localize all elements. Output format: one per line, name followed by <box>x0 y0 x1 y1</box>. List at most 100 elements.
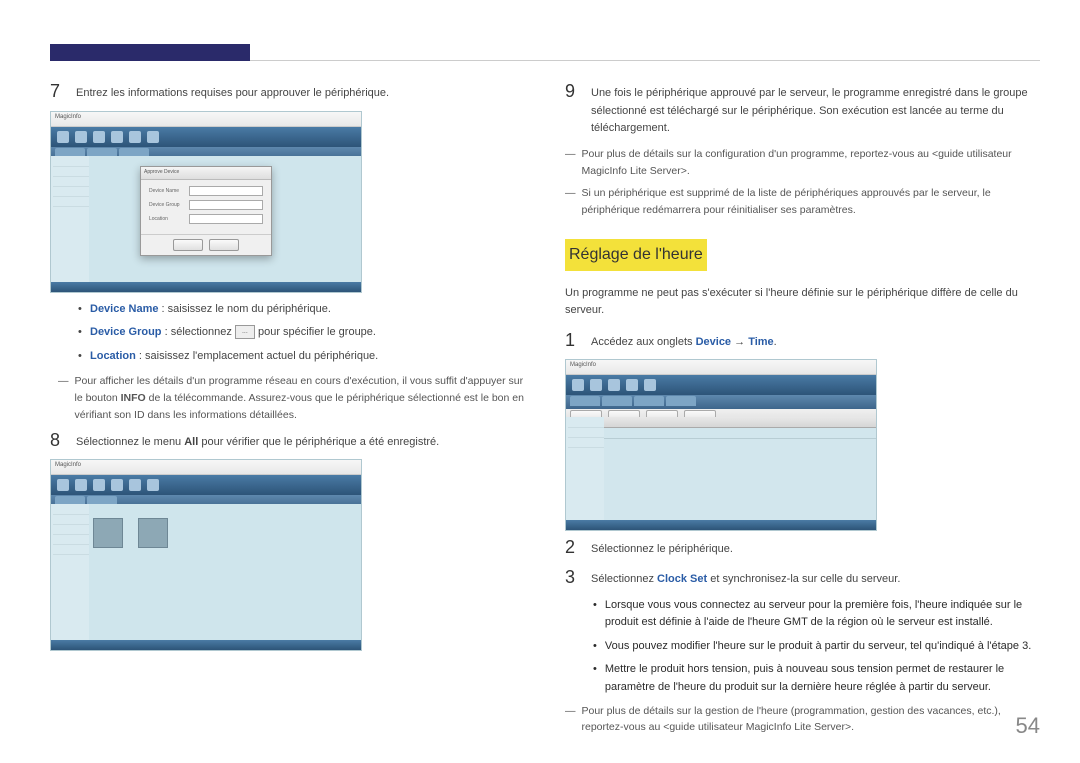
step-1: 1 Accédez aux onglets Device → Time. <box>565 330 1040 352</box>
sidebar-item <box>568 419 606 428</box>
step-number: 1 <box>565 330 579 352</box>
app-titlebar: MagicInfo <box>51 112 361 127</box>
sidebar-item <box>53 516 91 525</box>
toolbar-icon <box>590 379 602 391</box>
step-text: Entrez les informations requises pour ap… <box>76 81 525 103</box>
two-column-layout: 7 Entrez les informations requises pour … <box>50 81 1040 742</box>
dialog-title: Approve Device <box>141 167 271 180</box>
dialog-body: Device Name Device Group Location <box>141 180 271 234</box>
toolbar-icon <box>93 131 105 143</box>
ok-button[interactable] <box>173 239 203 251</box>
tab <box>602 396 632 406</box>
sidebar-item <box>53 168 91 177</box>
app-statusbar <box>566 520 876 530</box>
toolbar-icon <box>129 131 141 143</box>
bullet-location: • Location : saisissez l'emplacement act… <box>78 348 525 366</box>
sidebar-item <box>53 158 91 167</box>
screenshot-approve-dialog: MagicInfo <box>50 111 362 293</box>
browse-button-icon[interactable]: ... <box>235 325 255 339</box>
step-text: Sélectionnez le menu All pour vérifier q… <box>76 430 525 452</box>
text-input[interactable] <box>189 186 263 196</box>
term-clock-set: Clock Set <box>657 573 707 585</box>
device-icon[interactable] <box>93 518 123 548</box>
field-label: Location <box>149 215 185 223</box>
term-device-group: Device Group <box>90 326 162 338</box>
term-location: Location <box>90 350 136 362</box>
sidebar-item <box>53 546 91 555</box>
note-time-mgmt-guide: ― Pour plus de détails sur la gestion de… <box>565 703 1040 737</box>
device-icon[interactable] <box>138 518 168 548</box>
cancel-button[interactable] <box>209 239 239 251</box>
manual-page: 7 Entrez les informations requises pour … <box>0 0 1080 763</box>
term-device: Device <box>696 336 731 348</box>
tab <box>570 396 600 406</box>
field-device-group: Device Group <box>149 200 263 210</box>
step-8: 8 Sélectionnez le menu All pour vérifier… <box>50 430 525 452</box>
bullet-power-cycle: • Mettre le produit hors tension, puis à… <box>593 661 1040 696</box>
sidebar-item <box>53 198 91 207</box>
left-column: 7 Entrez les informations requises pour … <box>50 81 525 742</box>
device-icons <box>93 518 168 548</box>
toolbar-icon <box>147 131 159 143</box>
step-text: Accédez aux onglets Device → Time. <box>591 330 1040 352</box>
note-device-removed: ― Si un périphérique est supprimé de la … <box>565 185 1040 219</box>
toolbar-icon <box>644 379 656 391</box>
text-input[interactable] <box>189 214 263 224</box>
section-title-time: Réglage de l'heure <box>565 239 707 271</box>
app-statusbar <box>51 640 361 650</box>
bullet-device-name: • Device Name : saisissez le nom du péri… <box>78 301 525 319</box>
section-intro: Un programme ne peut pas s'exécuter si l… <box>565 285 1040 320</box>
term-time: Time <box>748 336 773 348</box>
app-toolbar <box>51 475 361 495</box>
sidebar-item <box>53 506 91 515</box>
bullet-device-group: • Device Group : sélectionnez ... pour s… <box>78 324 525 342</box>
step-text: Une fois le périphérique approuvé par le… <box>591 81 1040 138</box>
toolbar-icon <box>129 479 141 491</box>
device-list <box>604 417 876 520</box>
screenshot-device-list: MagicInfo <box>50 459 362 651</box>
list-header <box>604 417 876 428</box>
app-sidebar <box>566 417 609 520</box>
toolbar-icon <box>626 379 638 391</box>
sidebar-item <box>53 188 91 197</box>
header-rule <box>50 30 1040 61</box>
step-9: 9 Une fois le périphérique approuvé par … <box>565 81 1040 138</box>
term-device-name: Device Name <box>90 303 159 315</box>
field-location: Location <box>149 214 263 224</box>
bullet-modify-time: • Vous pouvez modifier l'heure sur le pr… <box>593 638 1040 656</box>
sidebar-item <box>53 526 91 535</box>
app-statusbar <box>51 282 361 292</box>
app-titlebar: MagicInfo <box>566 360 876 375</box>
dialog-buttons <box>141 234 271 255</box>
step-number: 2 <box>565 537 579 559</box>
step-text: Sélectionnez Clock Set et synchronisez-l… <box>591 567 1040 589</box>
right-column: 9 Une fois le périphérique approuvé par … <box>565 81 1040 742</box>
app-toolbar <box>51 127 361 147</box>
step-text: Sélectionnez le périphérique. <box>591 537 1040 559</box>
field-label: Device Name <box>149 187 185 195</box>
toolbar-icon <box>57 131 69 143</box>
approve-device-dialog: Approve Device Device Name Device Group … <box>140 166 272 256</box>
field-label: Device Group <box>149 201 185 209</box>
field-device-name: Device Name <box>149 186 263 196</box>
list-row[interactable] <box>604 428 876 439</box>
note-info-button: ― Pour afficher les détails d'un program… <box>58 373 525 423</box>
page-number: 54 <box>1016 708 1040 743</box>
sidebar-item <box>53 178 91 187</box>
bullet-first-connect: • Lorsque vous vous connectez au serveur… <box>593 597 1040 632</box>
step-number: 3 <box>565 567 579 589</box>
note-config-guide: ― Pour plus de détails sur la configurat… <box>565 146 1040 180</box>
text-input[interactable] <box>189 200 263 210</box>
toolbar-icon <box>608 379 620 391</box>
toolbar-icon <box>75 479 87 491</box>
sidebar-item <box>568 439 606 448</box>
app-sidebar <box>51 156 94 282</box>
app-toolbar <box>566 375 876 395</box>
app-sidebar <box>51 504 94 640</box>
screenshot-time-tab: MagicInfo <box>565 359 877 531</box>
sidebar-item <box>568 429 606 438</box>
step-number: 8 <box>50 430 64 452</box>
field-description-list: • Device Name : saisissez le nom du péri… <box>78 301 525 366</box>
step-3: 3 Sélectionnez Clock Set et synchronisez… <box>565 567 1040 589</box>
step-number: 9 <box>565 81 579 103</box>
